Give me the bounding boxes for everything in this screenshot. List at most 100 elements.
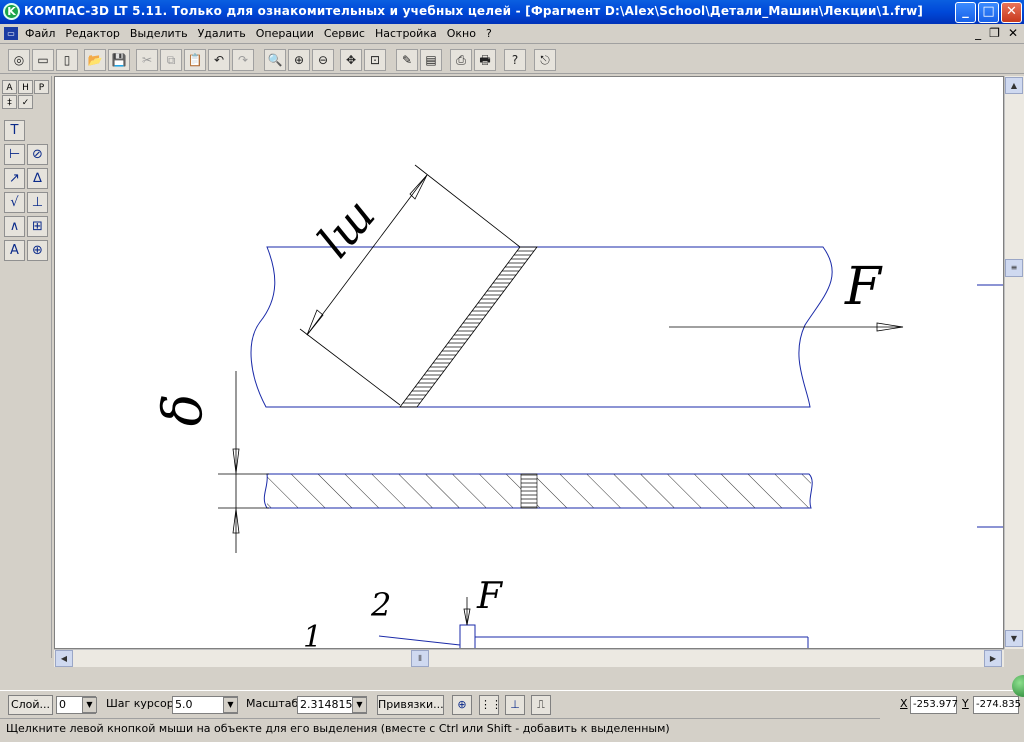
thickness-label: δ <box>151 393 215 427</box>
weld-section-hatch <box>521 474 537 508</box>
preview-icon[interactable]: ⎙ <box>450 49 472 71</box>
menu-items: Файл Редактор Выделить Удалить Операции Серви… <box>25 27 492 40</box>
mdi-close-button[interactable]: ✕ <box>1008 26 1018 40</box>
print-icon[interactable]: 🖶 <box>474 49 496 71</box>
menu-item[interactable]: Операции <box>256 27 314 40</box>
menu-item[interactable]: ? <box>486 27 492 40</box>
force-label: F <box>845 257 882 317</box>
menu-item[interactable]: Сервис <box>324 27 365 40</box>
window-title: КОМПАС-3D LT 5.11. Только для ознакомите… <box>24 4 924 18</box>
property-panel: Слой... 0 ▼ Шаг курсора 5.0 ▼ Масштаб 2.… <box>0 690 1024 716</box>
tool-page-tab[interactable]: ‡ <box>2 95 17 109</box>
horizontal-scroll-thumb[interactable]: ⦀ <box>411 650 429 667</box>
lower-leader-line <box>378 635 461 646</box>
ortho-mode-icon[interactable]: ⎍ <box>531 695 551 715</box>
status-hint: Щелкните левой кнопкой мыши на объекте д… <box>0 718 880 738</box>
radial-dimension-icon[interactable]: ↗ <box>4 168 25 189</box>
cut-icon[interactable]: ✂ <box>136 49 158 71</box>
new-model-icon[interactable]: ◎ <box>8 49 30 71</box>
cursor-step-label: Шаг курсора <box>106 697 181 710</box>
dimension-line <box>306 174 428 336</box>
main-toolbar: ◎ ▭ ▯ 📂 💾 ✂ ⧉ 📋 ↶ ↷ 🔍 ⊕ ⊖ ✥ ⊡ ✎ ▤ ⎙ 🖶? ⎋ <box>0 46 1024 74</box>
help-icon[interactable]: ? <box>504 49 526 71</box>
snap-toggle-icon[interactable]: ⊕ <box>452 695 472 715</box>
minimize-button[interactable]: _ <box>955 2 976 23</box>
tool-page-tab[interactable]: H <box>18 80 33 94</box>
scroll-right-icon[interactable]: ▶ <box>984 650 1002 667</box>
tool-page-tab[interactable]: P <box>34 80 49 94</box>
leader-icon[interactable]: ∧ <box>4 216 25 237</box>
drawing-canvas[interactable]: F lш δ 2 F 1 <box>54 76 1004 649</box>
tolerance-icon[interactable]: ⊞ <box>27 216 48 237</box>
zoom-fit-icon[interactable]: ⊡ <box>364 49 386 71</box>
small-force-label: F <box>477 576 502 617</box>
y-coordinate-label: Y <box>962 697 969 710</box>
mdi-controls: _ ❐ ✕ <box>975 26 1018 40</box>
app-icon[interactable]: K <box>3 3 20 20</box>
dimension-extension-line <box>299 328 401 406</box>
local-cs-icon[interactable]: ⊥ <box>505 695 525 715</box>
x-coordinate-label: X <box>900 697 908 710</box>
zoom-out-icon[interactable]: ⊖ <box>312 49 334 71</box>
linear-dimension-icon[interactable]: ⊢ <box>4 144 25 165</box>
menu-item[interactable]: Окно <box>447 27 476 40</box>
close-button[interactable]: ✕ <box>1001 2 1022 23</box>
y-coordinate-value: -274.835 <box>973 696 1021 714</box>
scroll-up-icon[interactable]: ▲ <box>1005 77 1023 94</box>
paste-icon[interactable]: 📋 <box>184 49 206 71</box>
new-fragment-icon[interactable]: ▯ <box>56 49 78 71</box>
scroll-left-icon[interactable]: ◀ <box>55 650 73 667</box>
plate-section-hatch <box>267 474 811 508</box>
label-1: 1 <box>303 620 323 649</box>
scroll-down-icon[interactable]: ▼ <box>1005 630 1023 647</box>
zoom-in-icon[interactable]: ⊕ <box>288 49 310 71</box>
menu-item[interactable]: Удалить <box>198 27 246 40</box>
layer-button[interactable]: Слой... <box>8 695 53 715</box>
dimension-extension-line <box>414 164 521 248</box>
maximize-button[interactable]: □ <box>978 2 999 23</box>
vertical-scroll-thumb[interactable]: ≡ <box>1005 259 1023 277</box>
vertical-scrollbar[interactable]: ▲ ≡ ▼ <box>1004 76 1024 649</box>
axis-icon[interactable]: ⊕ <box>27 240 48 261</box>
tool-page-tab[interactable]: ✓ <box>18 95 33 109</box>
tool-page-tab[interactable]: A <box>2 80 17 94</box>
redo-icon[interactable]: ↷ <box>232 49 254 71</box>
angular-dimension-icon[interactable]: ∆ <box>27 168 48 189</box>
undo-icon[interactable]: ↶ <box>208 49 230 71</box>
copy-icon[interactable]: ⧉ <box>160 49 182 71</box>
horizontal-scrollbar[interactable]: ◀ ⦀ ▶ <box>54 649 1004 667</box>
menu-item[interactable]: Настройка <box>375 27 437 40</box>
label-2: 2 <box>371 586 392 624</box>
cursor-step-dropdown-icon[interactable]: ▼ <box>223 697 238 713</box>
exit-icon[interactable]: ⎋ <box>534 49 556 71</box>
document-icon[interactable]: ▭ <box>4 27 18 40</box>
drawing-svg <box>218 164 1003 649</box>
left-tool-panel: A H P ‡ ✓ T ⊢ ⊘ ↗ ∆ √ ⊥ ∧ ⊞ A ⊕ <box>0 76 52 658</box>
mdi-restore-button[interactable]: ❐ <box>989 26 1000 40</box>
layer-icon[interactable]: ▤ <box>420 49 442 71</box>
mdi-minimize-button[interactable]: _ <box>975 26 981 40</box>
roughness-icon[interactable]: √ <box>4 192 25 213</box>
layer-dropdown-icon[interactable]: ▼ <box>82 697 97 713</box>
scale-dropdown-icon[interactable]: ▼ <box>352 697 367 713</box>
zoom-icon[interactable]: 🔍 <box>264 49 286 71</box>
menu-bar: ▭ Файл Редактор Выделить Удалить Операции Сер… <box>0 24 1024 44</box>
menu-item[interactable]: Выделить <box>130 27 188 40</box>
weld-seam[interactable] <box>399 246 538 408</box>
menu-item[interactable]: Редактор <box>65 27 120 40</box>
snaps-button[interactable]: Привязки... <box>377 695 444 715</box>
x-coordinate-value: -253.977 <box>910 696 958 714</box>
text-tool-icon[interactable]: T <box>4 120 25 141</box>
title-bar[interactable]: K КОМПАС-3D LT 5.11. Только для ознакоми… <box>0 0 1024 24</box>
label-icon[interactable]: A <box>4 240 25 261</box>
open-icon[interactable]: 📂 <box>84 49 106 71</box>
edit-icon[interactable]: ✎ <box>396 49 418 71</box>
lower-part-body[interactable] <box>459 624 476 649</box>
save-icon[interactable]: 💾 <box>108 49 130 71</box>
grid-icon[interactable]: ⋮⋮ <box>479 695 502 715</box>
new-drawing-icon[interactable]: ▭ <box>32 49 54 71</box>
diameter-dimension-icon[interactable]: ⊘ <box>27 144 48 165</box>
datum-icon[interactable]: ⊥ <box>27 192 48 213</box>
menu-item[interactable]: Файл <box>25 27 55 40</box>
pan-icon[interactable]: ✥ <box>340 49 362 71</box>
